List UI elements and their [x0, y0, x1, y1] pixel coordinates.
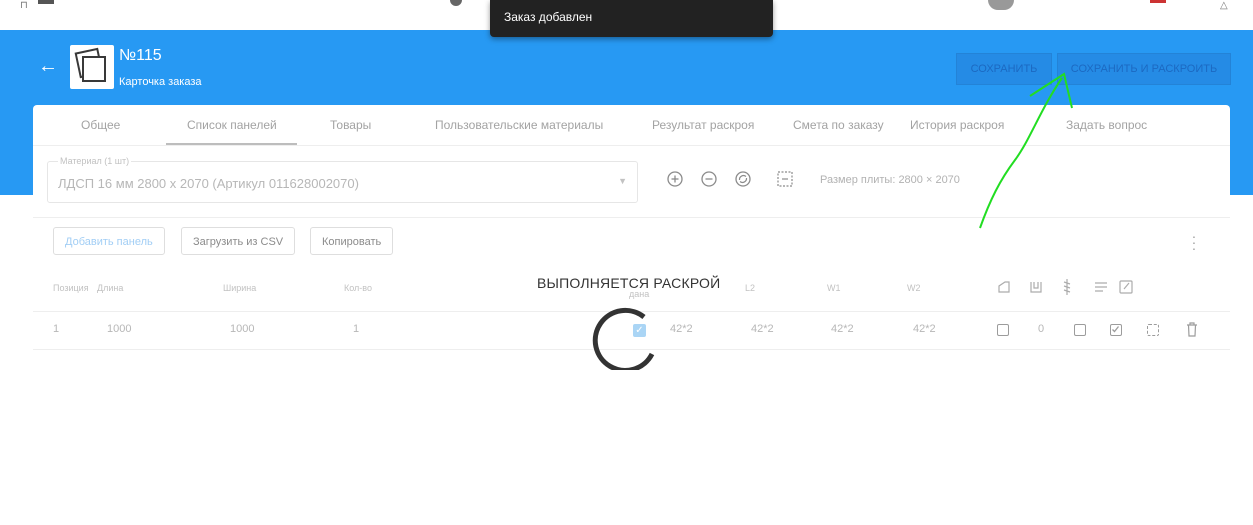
menu-icon[interactable]: [38, 0, 54, 4]
bell-icon[interactable]: △: [1220, 0, 1228, 11]
cart-icon[interactable]: ⊓: [20, 0, 28, 11]
loading-spinner-icon: [592, 307, 655, 370]
toast-text: Заказ добавлен: [504, 10, 593, 24]
toast-notification: Заказ добавлен: [490, 0, 773, 37]
loading-text: ВЫПОЛНЯЕТСЯ РАСКРОЙ: [537, 275, 721, 291]
language-flag-icon[interactable]: [1150, 0, 1166, 3]
avatar[interactable]: [988, 0, 1014, 10]
help-icon[interactable]: [450, 0, 462, 6]
